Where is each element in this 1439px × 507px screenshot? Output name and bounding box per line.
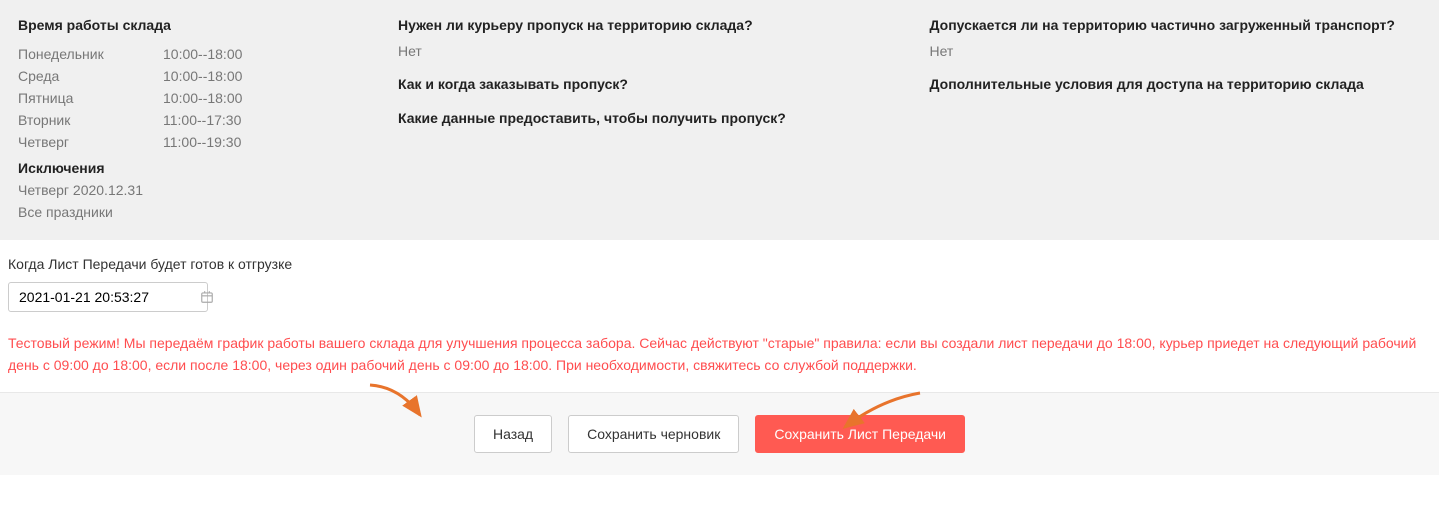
qa-block: Нужен ли курьеру пропуск на территорию с… [398, 16, 890, 61]
schedule-hours: 11:00--17:30 [163, 112, 241, 128]
qa-block: Как и когда заказывать пропуск? [398, 75, 890, 95]
access-info-column-2: Допускается ли на территорию частично за… [930, 16, 1422, 226]
qa-question: Допускается ли на территорию частично за… [930, 16, 1422, 36]
schedule-hours: 10:00--18:00 [163, 90, 242, 106]
save-sheet-button[interactable]: Сохранить Лист Передачи [755, 415, 965, 453]
warning-message: Тестовый режим! Мы передаём график работ… [0, 312, 1439, 393]
qa-question: Как и когда заказывать пропуск? [398, 75, 890, 95]
qa-question: Дополнительные условия для доступа на те… [930, 75, 1422, 95]
exception-row: Все праздники [18, 204, 358, 220]
qa-question: Какие данные предоставить, чтобы получит… [398, 109, 890, 129]
warehouse-info-panel: Время работы склада Понедельник 10:00--1… [0, 0, 1439, 240]
schedule-day: Среда [18, 68, 163, 84]
footer-actions: Назад Сохранить черновик Сохранить Лист … [0, 392, 1439, 475]
schedule-column: Время работы склада Понедельник 10:00--1… [18, 16, 358, 226]
schedule-day: Четверг [18, 134, 163, 150]
exception-row: Четверг 2020.12.31 [18, 182, 358, 198]
save-draft-button[interactable]: Сохранить черновик [568, 415, 739, 453]
schedule-day: Пятница [18, 90, 163, 106]
schedule-row: Вторник 11:00--17:30 [18, 112, 358, 128]
ready-label: Когда Лист Передачи будет готов к отгруз… [8, 256, 1431, 272]
schedule-row: Четверг 11:00--19:30 [18, 134, 358, 150]
schedule-day: Вторник [18, 112, 163, 128]
ready-section: Когда Лист Передачи будет готов к отгруз… [0, 240, 1439, 312]
schedule-hours: 11:00--19:30 [163, 134, 241, 150]
qa-block: Какие данные предоставить, чтобы получит… [398, 109, 890, 129]
calendar-icon [200, 290, 214, 304]
schedule-day: Понедельник [18, 46, 163, 62]
back-button[interactable]: Назад [474, 415, 552, 453]
qa-question: Нужен ли курьеру пропуск на территорию с… [398, 16, 890, 36]
qa-answer: Нет [398, 42, 890, 62]
access-info-column-1: Нужен ли курьеру пропуск на территорию с… [398, 16, 890, 226]
schedule-hours: 10:00--18:00 [163, 46, 242, 62]
schedule-row: Пятница 10:00--18:00 [18, 90, 358, 106]
schedule-row: Среда 10:00--18:00 [18, 68, 358, 84]
qa-block: Дополнительные условия для доступа на те… [930, 75, 1422, 95]
qa-answer: Нет [930, 42, 1422, 62]
schedule-row: Понедельник 10:00--18:00 [18, 46, 358, 62]
datetime-input[interactable] [19, 289, 200, 305]
datetime-input-wrapper[interactable] [8, 282, 208, 312]
schedule-hours: 10:00--18:00 [163, 68, 242, 84]
exceptions-title: Исключения [18, 160, 358, 176]
schedule-title: Время работы склада [18, 16, 358, 36]
qa-block: Допускается ли на территорию частично за… [930, 16, 1422, 61]
